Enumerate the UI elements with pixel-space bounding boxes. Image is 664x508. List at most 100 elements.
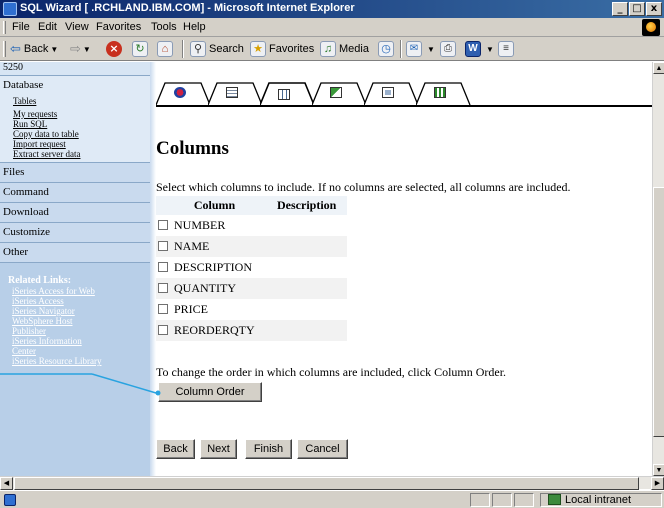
related-link[interactable]: iSeries Information — [8, 336, 150, 346]
tab-1[interactable] — [156, 82, 211, 106]
status-pane — [514, 493, 534, 507]
sidebar-item-command[interactable]: Command — [0, 183, 150, 203]
scroll-up-icon[interactable]: ▲ — [653, 62, 664, 74]
link-my-requests[interactable]: My requests — [13, 109, 150, 119]
home-icon: ⌂ — [157, 41, 173, 57]
finish-button[interactable]: Finish — [245, 439, 292, 459]
mail-dropdown-icon[interactable]: ▼ — [427, 45, 435, 54]
discuss-button[interactable]: ≡ — [498, 40, 517, 58]
table-header-row: Column Description — [156, 196, 347, 215]
search-icon: ⚲ — [190, 41, 206, 57]
toolbar: ⇦ Back ▼ ⇨ ▼ × ↻ ⌂ ⚲ Search ★ Favorites … — [0, 37, 664, 61]
link-run-sql[interactable]: Run SQL — [13, 119, 150, 129]
table-row: DESCRIPTION — [156, 257, 347, 278]
column-name: PRICE — [174, 302, 209, 316]
back-button[interactable]: ⇦ Back ▼ — [10, 40, 58, 58]
column-cell: QUANTITY — [156, 278, 273, 299]
back-nav-button[interactable]: Back — [156, 439, 195, 459]
related-links: Related Links: iSeries Access for Web iS… — [0, 263, 150, 366]
search-button[interactable]: ⚲ Search — [190, 40, 244, 58]
related-link[interactable]: WebSphere Host — [8, 316, 150, 326]
status-pane — [470, 493, 490, 507]
column-name: NUMBER — [174, 218, 226, 232]
sidebar-item-other[interactable]: Other — [0, 243, 150, 263]
sidebar-item-database[interactable]: Database Tables My requests Run SQL Copy… — [0, 76, 150, 163]
history-button[interactable]: ◷ — [378, 40, 397, 58]
back-arrow-icon: ⇦ — [10, 41, 21, 56]
column-cell: DESCRIPTION — [156, 257, 273, 278]
scroll-down-icon[interactable]: ▼ — [653, 464, 664, 476]
window-controls: _ □ x — [612, 2, 662, 16]
link-extract-server-data[interactable]: Extract server data — [13, 149, 150, 159]
column-order-button[interactable]: Column Order — [158, 382, 262, 402]
sidebar-item-files[interactable]: Files — [0, 163, 150, 183]
sidebar-item-label: Customize — [3, 226, 51, 238]
menu-edit[interactable]: Edit — [38, 21, 57, 33]
sidebar-item-customize[interactable]: Customize — [0, 223, 150, 243]
columns-icon — [278, 89, 290, 100]
print-button[interactable]: ⎙ — [440, 40, 459, 58]
mail-icon: ✉ — [406, 41, 422, 57]
mail-button[interactable]: ✉ ▼ — [406, 40, 435, 58]
column-checkbox[interactable] — [158, 220, 168, 231]
next-button[interactable]: Next — [200, 439, 237, 459]
vertical-scroll-thumb[interactable] — [653, 187, 664, 437]
related-link[interactable]: iSeries Resource Library — [8, 356, 150, 366]
tab-6[interactable] — [416, 82, 471, 106]
link-tables[interactable]: Tables — [13, 96, 150, 106]
related-links-heading: Related Links: — [8, 275, 72, 286]
stop-button[interactable]: × — [106, 40, 125, 58]
description-cell — [273, 278, 347, 299]
edit-dropdown-icon[interactable]: ▼ — [486, 45, 494, 54]
related-link[interactable]: Center — [8, 346, 150, 356]
column-name: NAME — [174, 239, 210, 253]
menu-file[interactable]: File — [12, 21, 30, 33]
forward-button[interactable]: ⇨ ▼ — [70, 40, 91, 58]
related-link[interactable]: iSeries Access for Web — [8, 286, 150, 296]
horizontal-scrollbar[interactable]: ◀ ▶ — [0, 476, 664, 490]
edit-button[interactable]: W ▼ — [465, 40, 494, 58]
related-link[interactable]: iSeries Access — [8, 296, 150, 306]
horizontal-scroll-thumb[interactable] — [14, 477, 639, 490]
menu-view[interactable]: View — [65, 21, 89, 33]
column-checkbox[interactable] — [158, 325, 168, 336]
vertical-scrollbar[interactable]: ▲ ▼ — [652, 62, 664, 476]
column-header: Column — [156, 196, 273, 215]
favorites-button[interactable]: ★ Favorites — [250, 40, 314, 58]
refresh-button[interactable]: ↻ — [132, 40, 151, 58]
menu-tools[interactable]: Tools — [151, 21, 177, 33]
media-button[interactable]: ♫ Media — [320, 40, 369, 58]
column-checkbox[interactable] — [158, 262, 168, 273]
scroll-left-icon[interactable]: ◀ — [0, 477, 13, 490]
sidebar-5250[interactable]: 5250 — [0, 62, 150, 76]
related-link[interactable]: Publisher — [8, 326, 150, 336]
favorites-label: Favorites — [269, 43, 315, 55]
search-label: Search — [209, 43, 244, 55]
discuss-icon: ≡ — [498, 41, 514, 57]
column-checkbox[interactable] — [158, 241, 168, 252]
link-import-request[interactable]: Import request — [13, 139, 150, 149]
menu-favorites[interactable]: Favorites — [96, 21, 141, 33]
forward-dropdown-icon[interactable]: ▼ — [83, 45, 91, 54]
minimize-button[interactable]: _ — [612, 2, 628, 16]
column-checkbox[interactable] — [158, 304, 168, 315]
menu-help[interactable]: Help — [183, 21, 206, 33]
toolbar-grip — [3, 41, 6, 57]
tab-3-columns[interactable] — [260, 82, 315, 106]
maximize-button[interactable]: □ — [629, 2, 645, 16]
menu-bar: File Edit View Favorites Tools Help — [0, 18, 664, 37]
tab-4[interactable] — [312, 82, 367, 106]
close-button[interactable]: x — [646, 2, 662, 16]
link-copy-data-to-table[interactable]: Copy data to table — [13, 129, 150, 139]
media-label: Media — [339, 43, 369, 55]
home-button[interactable]: ⌂ — [157, 40, 176, 58]
column-checkbox[interactable] — [158, 283, 168, 294]
tab-2[interactable] — [208, 82, 263, 106]
scroll-right-icon[interactable]: ▶ — [651, 477, 664, 490]
related-link[interactable]: iSeries Navigator — [8, 306, 150, 316]
cancel-button[interactable]: Cancel — [297, 439, 348, 459]
sidebar-item-download[interactable]: Download — [0, 203, 150, 223]
tab-5[interactable] — [364, 82, 419, 106]
stop-icon: × — [106, 41, 122, 57]
back-dropdown-icon[interactable]: ▼ — [50, 45, 58, 54]
